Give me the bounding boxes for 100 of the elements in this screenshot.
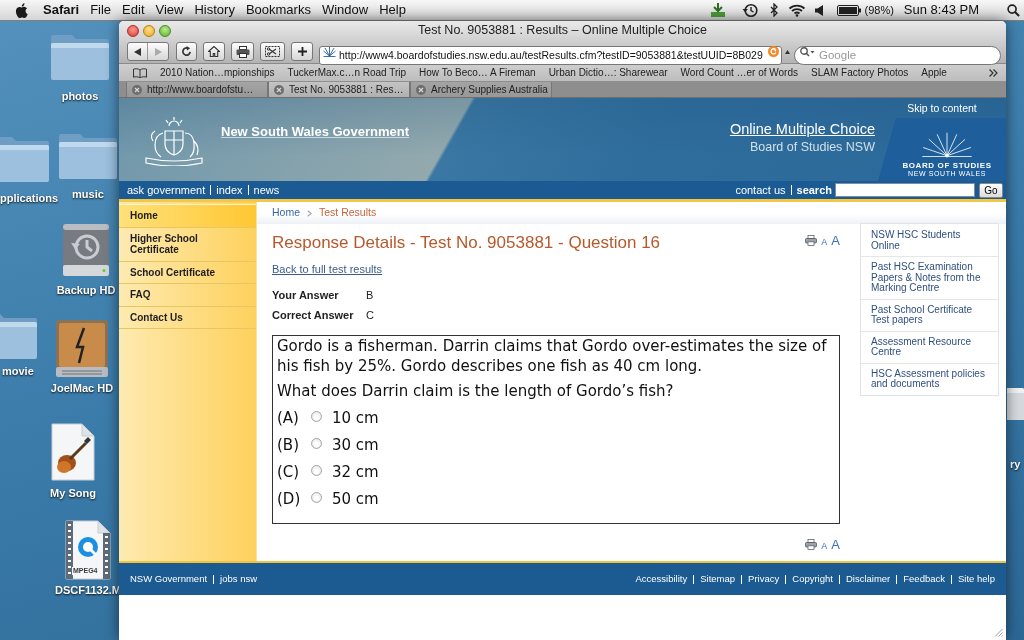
footer-link[interactable]: Accessibility — [635, 571, 688, 587]
bookmark[interactable]: TuckerMax.c…n Road Trip — [287, 65, 407, 80]
close-button[interactable] — [127, 24, 139, 37]
nav-link[interactable]: contact us — [735, 181, 786, 199]
footer-link[interactable]: Sitemap — [700, 571, 736, 587]
menu-item[interactable]: Edit — [122, 0, 145, 20]
footer-link[interactable]: Disclaimer — [845, 571, 891, 587]
text-size-small-link[interactable]: A — [821, 542, 828, 551]
breadcrumb-link[interactable]: Home — [272, 205, 300, 221]
menu-item[interactable]: Help — [379, 0, 406, 20]
tab[interactable]: Test No. 9053881 : Res… — [268, 82, 410, 97]
footer-link[interactable]: Site help — [958, 571, 995, 587]
bluetooth-icon[interactable] — [769, 3, 778, 17]
footer-link[interactable]: Privacy — [748, 571, 780, 587]
menu-item[interactable]: Bookmarks — [245, 0, 311, 20]
related-link[interactable]: Past School Certificate Test papers — [861, 299, 998, 332]
icon-label[interactable]: JoelMac HD — [50, 382, 114, 395]
download-icon[interactable] — [709, 2, 726, 18]
nav-link[interactable]: ask government — [127, 181, 206, 199]
bookmark[interactable]: Urban Dictio…: Sharewear — [548, 65, 668, 80]
guitar-file-icon[interactable] — [50, 423, 96, 481]
book-icon[interactable] — [133, 67, 147, 78]
menu-item[interactable]: Window — [321, 0, 369, 20]
close-icon[interactable] — [416, 84, 426, 95]
icon-label[interactable]: DSCF1132.M — [55, 584, 121, 597]
home-icon[interactable] — [208, 46, 220, 57]
side-nav-item[interactable]: Higher School Certificate — [119, 227, 256, 262]
tab[interactable]: http://www.boardofstu… — [126, 82, 268, 97]
search-input[interactable] — [835, 183, 975, 197]
hard-drive-icon[interactable] — [54, 318, 110, 378]
side-nav-item[interactable]: FAQ — [119, 284, 256, 307]
search-icon[interactable] — [800, 47, 815, 57]
snapback-icon[interactable] — [768, 46, 779, 57]
bookmark[interactable]: 2010 Nation…mpionships — [160, 65, 275, 80]
icon-label[interactable]: Backup HD — [56, 284, 116, 297]
related-link[interactable]: Past HSC Examination Papers & Notes from the Marking Centre — [861, 257, 998, 300]
close-icon[interactable] — [132, 84, 142, 95]
add-bookmark-button[interactable] — [291, 42, 313, 61]
search-icon[interactable] — [1007, 3, 1020, 17]
go-button[interactable]: Go — [979, 182, 1003, 198]
print-button[interactable] — [231, 42, 254, 61]
icon-label[interactable]: photos — [61, 90, 99, 103]
bookmark[interactable]: How To Beco… A Fireman — [419, 65, 536, 80]
menu-item[interactable]: View — [155, 0, 184, 20]
web-clip-button[interactable] — [260, 42, 285, 61]
printer-icon[interactable] — [235, 45, 250, 58]
text-size-small-link[interactable]: A — [821, 238, 828, 247]
close-icon[interactable] — [274, 84, 284, 95]
footer-link[interactable]: NSW Government — [130, 571, 208, 587]
wifi-icon[interactable] — [787, 3, 806, 17]
back-link[interactable]: Back to full test results — [272, 263, 383, 275]
footer-link[interactable]: Feedback — [903, 571, 945, 587]
reload-icon[interactable] — [181, 46, 192, 57]
home-button[interactable] — [203, 42, 225, 61]
related-link[interactable]: HSC Assessment policies and documents — [861, 363, 998, 395]
site-title-link[interactable]: Online Multiple Choice — [729, 121, 875, 138]
radio-button[interactable] — [311, 464, 322, 476]
app-menu[interactable]: Safari — [43, 0, 80, 20]
plus-icon[interactable] — [297, 47, 307, 56]
print-icon[interactable] — [805, 539, 818, 550]
scissors-frame-icon[interactable] — [265, 46, 280, 57]
breadcrumb-link[interactable]: Test Results — [319, 205, 377, 221]
back-icon[interactable] — [134, 47, 141, 56]
icon-label[interactable]: My Song — [50, 487, 96, 500]
radio-button[interactable] — [311, 437, 322, 449]
time-machine-icon[interactable] — [741, 2, 758, 18]
icon-label[interactable]: music — [72, 188, 104, 201]
footer-link[interactable]: jobs nsw — [220, 571, 258, 587]
backup-drive-icon[interactable] — [60, 222, 112, 278]
nav-link[interactable]: news — [253, 181, 280, 199]
document-icon[interactable] — [1007, 386, 1024, 420]
nav-link[interactable]: index — [216, 181, 243, 199]
battery-icon[interactable] — [836, 4, 861, 16]
menu-clock[interactable]: Sun 8:43 PM — [903, 0, 979, 20]
volume-icon[interactable] — [814, 4, 823, 16]
related-link[interactable]: Assessment Resource Centre — [861, 331, 998, 364]
bookmark[interactable]: Word Count …er of Words — [680, 65, 798, 80]
skip-link[interactable]: Skip to content — [878, 98, 1006, 118]
side-nav-item[interactable]: School Certificate — [119, 261, 256, 284]
radio-button[interactable] — [311, 491, 322, 503]
related-link[interactable]: NSW HSC Students Online — [861, 225, 998, 257]
tab[interactable]: Archery Supplies Australia — [410, 82, 552, 97]
menu-item[interactable]: File — [90, 0, 112, 20]
resize-grip-icon[interactable] — [993, 627, 1003, 637]
address-field[interactable]: http://www4.boardofstudies.nsw.edu.au/testResults.cfm?testID=9053881&testUUID=8B029 — [319, 45, 782, 65]
text-size-large-link[interactable]: A — [831, 539, 840, 551]
video-file-icon[interactable] — [64, 520, 112, 580]
footer-link[interactable]: Copyright — [792, 571, 833, 587]
side-nav-item[interactable]: Home — [119, 204, 256, 228]
apple-menu-icon[interactable] — [15, 2, 28, 18]
search-field[interactable]: Google — [794, 45, 1001, 65]
zoom-button[interactable] — [159, 24, 171, 37]
icon-label[interactable]: ry — [1010, 458, 1021, 471]
radio-button[interactable] — [311, 410, 322, 422]
minimize-button[interactable] — [143, 24, 155, 37]
reload-button[interactable] — [176, 42, 197, 61]
icon-label[interactable]: movie — [2, 365, 34, 378]
icon-label[interactable]: pplications — [0, 192, 59, 205]
text-size-large-link[interactable]: A — [831, 235, 840, 247]
menu-item[interactable]: History — [194, 0, 235, 20]
